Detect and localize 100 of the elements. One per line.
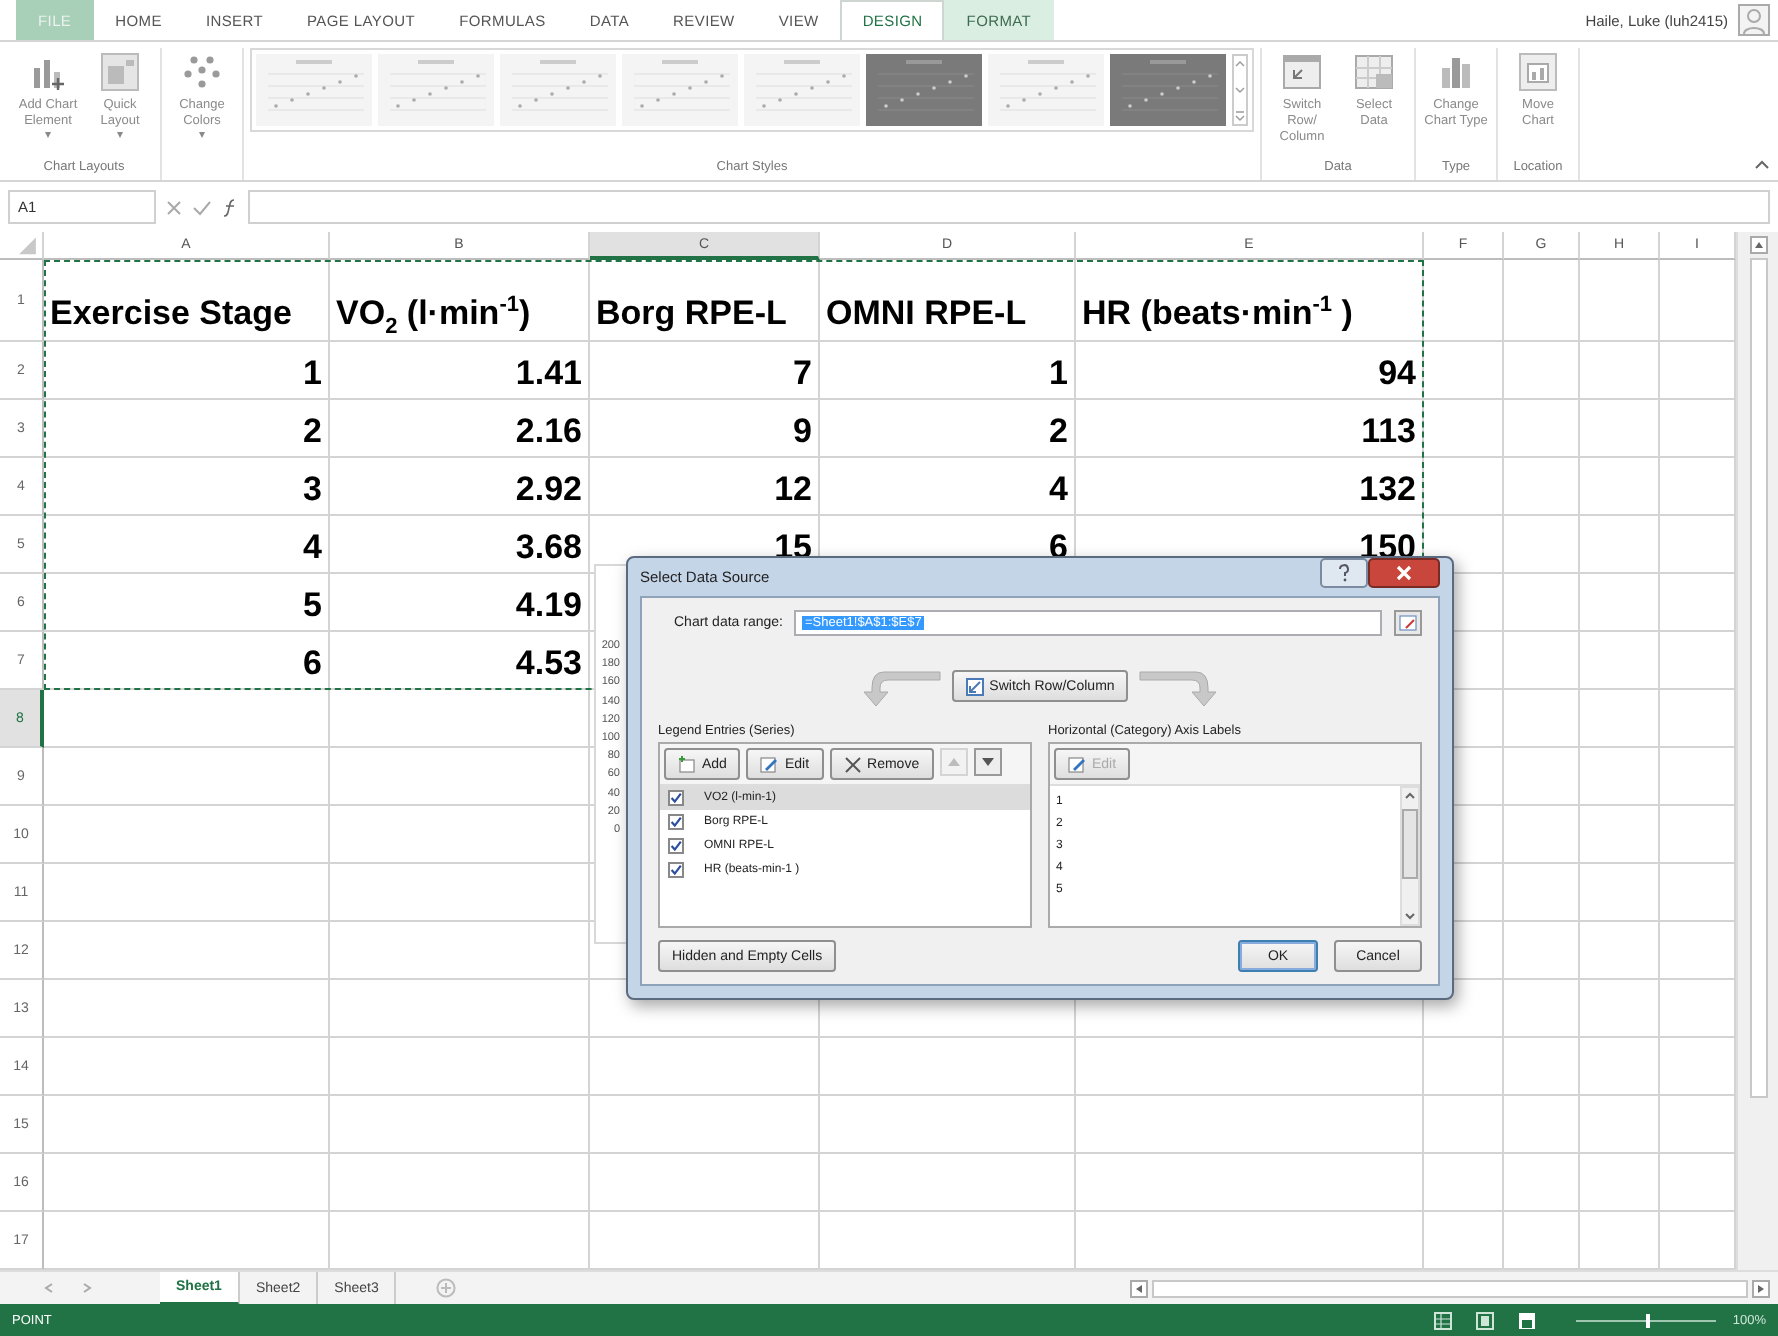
table-cell[interactable]: 4.19 (330, 574, 590, 632)
table-cell[interactable]: Exercise Stage (44, 260, 330, 342)
table-cell[interactable] (1580, 922, 1660, 980)
table-cell[interactable]: 4.53 (330, 632, 590, 690)
table-cell[interactable] (1504, 1154, 1580, 1212)
table-cell[interactable] (1580, 342, 1660, 400)
scrollbar-thumb[interactable] (1749, 258, 1767, 1098)
table-cell[interactable]: 2.92 (330, 458, 590, 516)
table-cell[interactable] (820, 1096, 1076, 1154)
chart-style-thumbnail[interactable] (500, 54, 616, 126)
chart-style-thumbnail[interactable] (744, 54, 860, 126)
table-cell[interactable] (1504, 1096, 1580, 1154)
table-cell[interactable] (1580, 574, 1660, 632)
chart-style-thumbnail[interactable] (256, 54, 372, 126)
collapse-dialog-icon[interactable] (1394, 610, 1422, 636)
table-cell[interactable] (1504, 748, 1580, 806)
table-cell[interactable] (1424, 1038, 1504, 1096)
table-cell[interactable]: 2 (820, 400, 1076, 458)
table-cell[interactable]: 9 (590, 400, 820, 458)
user-avatar-icon[interactable] (1738, 4, 1770, 36)
cancel-icon[interactable] (164, 197, 184, 217)
table-cell[interactable]: 2 (44, 400, 330, 458)
checkbox[interactable] (668, 814, 684, 830)
scrollbar-thumb[interactable] (1152, 1279, 1748, 1297)
table-cell[interactable] (820, 1154, 1076, 1212)
page-view-icon[interactable] (1476, 1311, 1495, 1329)
chart-style-thumbnail[interactable] (1110, 54, 1226, 126)
page-break-icon[interactable] (1518, 1311, 1537, 1329)
table-cell[interactable] (1424, 342, 1504, 400)
help-icon[interactable] (1320, 558, 1368, 588)
table-cell[interactable] (1580, 1154, 1660, 1212)
table-cell[interactable] (1580, 748, 1660, 806)
zoom-thumb[interactable] (1646, 1313, 1651, 1327)
table-cell[interactable] (44, 690, 330, 748)
table-cell[interactable]: 12 (590, 458, 820, 516)
table-cell[interactable] (44, 748, 330, 806)
check-icon[interactable] (192, 197, 212, 217)
table-cell[interactable] (1424, 260, 1504, 342)
table-cell[interactable] (1076, 1096, 1424, 1154)
table-cell[interactable] (1504, 806, 1580, 864)
table-cell[interactable] (820, 1038, 1076, 1096)
table-cell[interactable] (590, 1038, 820, 1096)
checkbox[interactable] (668, 790, 684, 806)
table-cell[interactable] (330, 980, 590, 1038)
table-cell[interactable]: 113 (1076, 400, 1424, 458)
table-cell[interactable] (1580, 516, 1660, 574)
table-cell[interactable]: 1 (820, 342, 1076, 400)
table-cell[interactable] (44, 922, 330, 980)
table-cell[interactable] (1580, 400, 1660, 458)
chart-style-thumbnail[interactable] (622, 54, 738, 126)
table-cell[interactable] (1504, 864, 1580, 922)
table-cell[interactable] (44, 1096, 330, 1154)
close-icon[interactable] (1368, 558, 1440, 588)
gallery-scroll-icon[interactable] (1232, 54, 1248, 126)
table-cell[interactable] (1424, 400, 1504, 458)
table-cell[interactable]: HR (beats·min$^{-1}$ ) (1076, 260, 1424, 342)
table-cell[interactable] (590, 1154, 820, 1212)
table-cell[interactable] (330, 690, 590, 748)
chart-style-thumbnail[interactable] (378, 54, 494, 126)
table-cell[interactable] (330, 806, 590, 864)
table-cell[interactable] (44, 806, 330, 864)
table-cell[interactable] (1580, 1096, 1660, 1154)
table-cell[interactable] (330, 1038, 590, 1096)
table-cell[interactable] (590, 1096, 820, 1154)
grid-view-icon[interactable] (1434, 1311, 1453, 1329)
table-cell[interactable] (1504, 980, 1580, 1038)
scroll-left-icon[interactable] (1130, 1279, 1148, 1297)
table-cell[interactable]: 3 (44, 458, 330, 516)
table-cell[interactable]: 5 (44, 574, 330, 632)
table-cell[interactable] (44, 864, 330, 922)
table-cell[interactable] (1580, 864, 1660, 922)
function-icon[interactable] (220, 197, 240, 217)
add-sheet-icon[interactable] (436, 1278, 457, 1298)
table-cell[interactable] (1424, 458, 1504, 516)
table-cell[interactable] (330, 1096, 590, 1154)
table-cell[interactable] (1580, 458, 1660, 516)
table-cell[interactable] (1076, 1154, 1424, 1212)
table-cell[interactable]: OMNI RPE-L (820, 260, 1076, 342)
table-cell[interactable]: 4 (44, 516, 330, 574)
table-cell[interactable] (330, 922, 590, 980)
table-cell[interactable] (1504, 342, 1580, 400)
table-cell[interactable] (44, 1038, 330, 1096)
table-cell[interactable] (1504, 922, 1580, 980)
table-cell[interactable] (1504, 458, 1580, 516)
table-cell[interactable]: 7 (590, 342, 820, 400)
table-cell[interactable]: 3.68 (330, 516, 590, 574)
table-cell[interactable] (1580, 806, 1660, 864)
table-cell[interactable] (1504, 1038, 1580, 1096)
table-cell[interactable]: Borg RPE-L (590, 260, 820, 342)
table-cell[interactable] (1580, 260, 1660, 342)
table-cell[interactable] (1504, 690, 1580, 748)
table-cell[interactable] (330, 748, 590, 806)
table-cell[interactable] (44, 1154, 330, 1212)
list-scrollbar-icon[interactable] (1400, 786, 1420, 926)
table-cell[interactable]: 1.41 (330, 342, 590, 400)
table-cell[interactable] (1504, 260, 1580, 342)
table-cell[interactable] (1504, 400, 1580, 458)
table-cell[interactable] (1504, 516, 1580, 574)
chart-style-thumbnail[interactable] (866, 54, 982, 126)
table-cell[interactable]: 4 (820, 458, 1076, 516)
